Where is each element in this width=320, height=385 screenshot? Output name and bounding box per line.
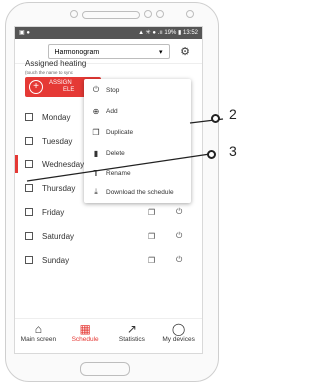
duplicate-icon[interactable]: ❐ <box>148 232 155 241</box>
power-icon[interactable]: ⏻ <box>176 231 182 241</box>
day-label: Monday <box>42 112 71 122</box>
callout-dot <box>211 114 220 123</box>
menu-item-add[interactable]: ⊕ Add <box>90 104 118 118</box>
hint-text: (touch the name to sync <box>25 70 74 75</box>
nav-schedule[interactable]: ▦ Schedule <box>62 319 109 353</box>
sensor-icon <box>156 10 164 18</box>
status-bar: ▣ ● ▲ ✳ ● .ıı 19% ▮ 13:52 <box>15 27 202 39</box>
nav-statistics[interactable]: ↗ Statistics <box>109 319 156 353</box>
status-right: ▲ ✳ ● .ıı 19% ▮ 13:52 <box>138 30 198 36</box>
status-left: ▣ ● <box>19 30 30 36</box>
day-row-saturday[interactable]: Saturday ❐ ⏻ <box>25 227 197 245</box>
duplicate-icon[interactable]: ❐ <box>148 256 155 265</box>
speaker-grille <box>82 11 140 19</box>
assigned-title: Assigned heating <box>25 59 87 68</box>
home-button[interactable] <box>80 362 130 376</box>
menu-item-label: Add <box>106 107 118 115</box>
menu-item-label: Stop <box>106 86 120 94</box>
calendar-icon: ▦ <box>79 322 91 336</box>
day-checkbox[interactable] <box>25 160 33 168</box>
home-icon: ⌂ <box>34 322 42 336</box>
program-select[interactable]: Harmonogram ▾ <box>47 43 170 59</box>
day-checkbox[interactable] <box>25 256 33 264</box>
app-screen: ▣ ● ▲ ✳ ● .ıı 19% ▮ 13:52 Harmonogram ▾ … <box>14 26 203 354</box>
device-icon: ◯ <box>171 322 186 336</box>
day-label: Friday <box>42 207 65 217</box>
day-row-friday[interactable]: Friday ❐ ⏻ <box>25 203 197 221</box>
assign-label: ASSIGN <box>49 80 72 86</box>
nav-main-screen[interactable]: ⌂ Main screen <box>15 319 62 353</box>
callout-number: 3 <box>229 143 237 159</box>
menu-item-label: Duplicate <box>106 128 134 136</box>
day-checkbox[interactable] <box>25 137 33 145</box>
day-label: Saturday <box>42 231 75 241</box>
nav-label: Statistics <box>118 336 145 343</box>
chart-icon: ↗ <box>126 322 137 336</box>
day-label: Tuesday <box>42 136 73 146</box>
day-label: Sunday <box>42 255 70 265</box>
day-checkbox[interactable] <box>25 208 33 216</box>
menu-item-label: Delete <box>106 149 125 157</box>
power-icon: ⏻ <box>92 85 100 94</box>
program-select-value: Harmonogram <box>54 48 100 56</box>
sensor-icon <box>144 10 152 18</box>
text-icon: T <box>93 168 99 178</box>
day-row-sunday[interactable]: Sunday ❐ ⏻ <box>25 251 197 269</box>
day-checkbox[interactable] <box>25 113 33 121</box>
callout-dot <box>207 150 216 159</box>
menu-item-label: Download the schedule <box>106 188 174 196</box>
day-label: Wednesday <box>42 159 85 169</box>
trash-icon: ▮ <box>93 148 99 158</box>
assign-label-2: ELE <box>63 87 75 93</box>
download-icon: ⤓ <box>94 187 98 196</box>
context-menu: ⏻ Stop ⊕ Add ❐ Duplicate ▮ Delete T Rena… <box>84 79 191 203</box>
power-icon[interactable]: ⏻ <box>176 207 182 217</box>
bottom-nav: ⌂ Main screen ▦ Schedule ↗ Statistics ◯ … <box>15 318 202 353</box>
power-icon[interactable]: ⏻ <box>176 255 182 265</box>
duplicate-icon[interactable]: ❐ <box>148 208 155 217</box>
menu-item-duplicate[interactable]: ❐ Duplicate <box>90 125 133 139</box>
nav-my-devices[interactable]: ◯ My devices <box>155 319 202 353</box>
duplicate-icon: ❐ <box>92 127 100 137</box>
nav-label: Main screen <box>20 336 57 343</box>
day-label: Thursday <box>42 183 76 193</box>
menu-item-delete[interactable]: ▮ Delete <box>90 146 125 160</box>
camera-icon <box>70 10 78 18</box>
nav-label: Schedule <box>71 336 99 343</box>
add-circle-icon: ⊕ <box>92 106 100 116</box>
add-circle-icon: + <box>29 80 43 94</box>
gear-icon[interactable]: ⚙ <box>180 45 190 58</box>
menu-item-rename[interactable]: T Rename <box>90 166 131 180</box>
nav-label: My devices <box>162 336 195 343</box>
menu-item-label: Rename <box>106 169 131 177</box>
day-checkbox[interactable] <box>25 184 33 192</box>
day-checkbox[interactable] <box>25 232 33 240</box>
sensor-icon <box>186 10 194 18</box>
chevron-down-icon: ▾ <box>158 48 163 56</box>
callout-number: 2 <box>229 106 237 122</box>
menu-item-stop[interactable]: ⏻ Stop <box>90 83 120 97</box>
active-day-indicator <box>15 155 18 173</box>
menu-item-download[interactable]: ⤓ Download the schedule <box>90 185 174 199</box>
